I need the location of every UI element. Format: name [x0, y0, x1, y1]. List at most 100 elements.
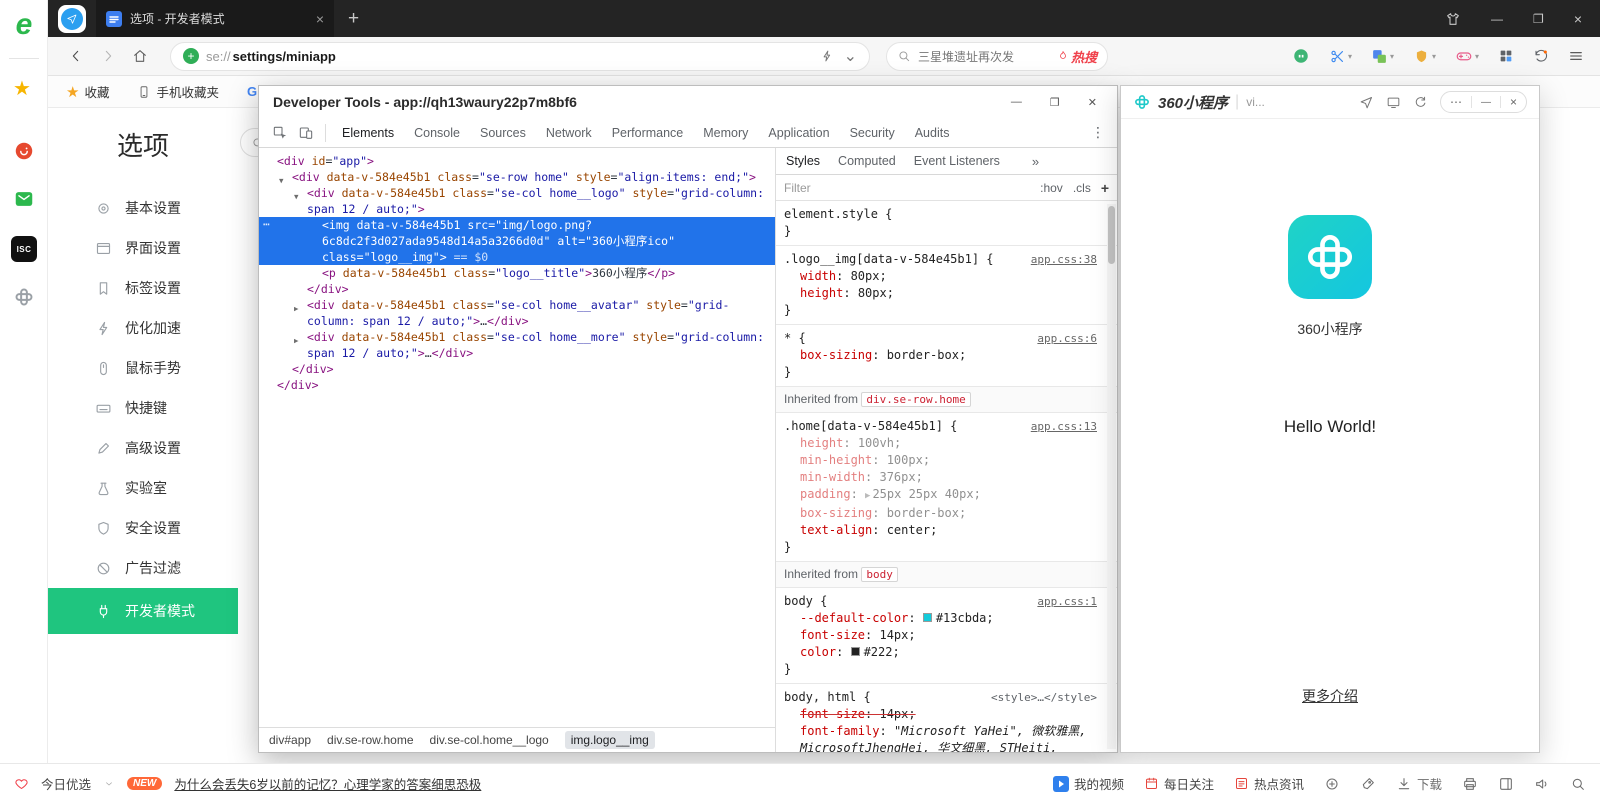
more-icon[interactable]: ⋯: [1450, 95, 1462, 109]
cast-icon[interactable]: [1386, 95, 1401, 110]
rule-selector-text[interactable]: .home[data-v-584e45b1] {: [784, 418, 957, 435]
breadcrumb-item[interactable]: div#app: [269, 733, 311, 747]
daily-follow-button[interactable]: 每日关注: [1144, 774, 1214, 793]
css-property[interactable]: box-sizing: border-box;: [784, 505, 1097, 522]
expand-shorthand-icon[interactable]: ▶: [865, 491, 870, 501]
dom-tree-node[interactable]: ▶<div data-v-584e45b1 class="se-col home…: [259, 329, 775, 361]
inherited-node-link[interactable]: body: [861, 567, 898, 582]
css-property[interactable]: height: 80px;: [784, 285, 1097, 302]
weibo-icon[interactable]: [13, 140, 35, 162]
pseudo-state-toggle[interactable]: :hov: [1040, 181, 1063, 195]
overflow-dots-icon[interactable]: ⋯: [263, 216, 271, 232]
devtools-maximize-icon[interactable]: ❐: [1050, 96, 1060, 109]
favorites-star-icon[interactable]: ★: [13, 78, 31, 100]
window-maximize-icon[interactable]: ❐: [1533, 12, 1544, 26]
security-shield-icon[interactable]: [1413, 48, 1430, 65]
styles-tab-styles[interactable]: Styles: [786, 154, 820, 168]
back-icon[interactable]: [68, 48, 84, 64]
screenshot-scissors-icon[interactable]: [1329, 48, 1346, 65]
breadcrumb-item[interactable]: img.logo__img: [565, 731, 655, 749]
boost-rocket-icon[interactable]: [1360, 776, 1376, 792]
new-style-rule-icon[interactable]: +: [1101, 180, 1109, 196]
reader-icon[interactable]: [1292, 47, 1310, 65]
dom-tree-node[interactable]: <p data-v-584e45b1 class="logo__title">3…: [259, 265, 775, 281]
quick-launch-icon[interactable]: [58, 5, 86, 33]
chevron-down-icon[interactable]: [103, 778, 115, 790]
settings-nav-block[interactable]: 广告过滤: [48, 548, 238, 588]
dom-tree-node[interactable]: ▼<div data-v-584e45b1 class="se-col home…: [259, 185, 775, 217]
devtools-tab-console[interactable]: Console: [404, 118, 470, 147]
settings-nav-flask[interactable]: 实验室: [48, 468, 238, 508]
rule-selector-text[interactable]: * {: [784, 330, 806, 347]
devtools-tab-memory[interactable]: Memory: [693, 118, 758, 147]
forward-icon[interactable]: [100, 48, 116, 64]
theme-skin-icon[interactable]: [1445, 11, 1461, 27]
new-tab-button[interactable]: +: [348, 8, 359, 30]
rule-selector-text[interactable]: element.style {: [784, 206, 892, 223]
isc-badge[interactable]: ISC: [11, 236, 37, 262]
news-headline-link[interactable]: 为什么会丢失6岁以前的记忆？心理学家的答案细思恐极: [174, 774, 481, 793]
menu-icon[interactable]: [1568, 48, 1584, 64]
side-panel-icon[interactable]: [1498, 776, 1514, 792]
css-property[interactable]: font-family: "Microsoft YaHei", 微软雅黑, Mi…: [784, 723, 1097, 752]
devtools-tab-sources[interactable]: Sources: [470, 118, 536, 147]
inherited-node-link[interactable]: div.se-row.home: [861, 392, 970, 407]
speaker-icon[interactable]: [1534, 776, 1550, 792]
css-property[interactable]: width: 80px;: [784, 268, 1097, 285]
browser-logo[interactable]: e: [8, 8, 40, 42]
stylesheet-link[interactable]: app.css:13: [1023, 418, 1097, 435]
device-toolbar-icon[interactable]: [298, 125, 314, 141]
rule-selector-text[interactable]: body, html {: [784, 689, 871, 706]
styles-filter-input[interactable]: [784, 181, 904, 195]
dom-tree-node[interactable]: ▶<div data-v-584e45b1 class="se-col home…: [259, 297, 775, 329]
dom-tree-node[interactable]: </div>: [259, 361, 775, 377]
dom-tree-node[interactable]: </div>: [259, 281, 775, 297]
stylesheet-link[interactable]: app.css:1: [1029, 593, 1097, 610]
css-property[interactable]: min-width: 376px;: [784, 469, 1097, 486]
home-icon[interactable]: [132, 48, 148, 64]
hot-search-badge[interactable]: 热搜: [1057, 47, 1097, 66]
more-info-link[interactable]: 更多介绍: [1121, 686, 1539, 706]
css-property[interactable]: min-height: 100px;: [784, 452, 1097, 469]
miniapp-close-icon[interactable]: ×: [1510, 95, 1517, 109]
scrollbar-thumb[interactable]: [1108, 206, 1115, 264]
styles-tab-event-listeners[interactable]: Event Listeners: [914, 154, 1000, 168]
devtools-tab-audits[interactable]: Audits: [905, 118, 960, 147]
devtools-tab-network[interactable]: Network: [536, 118, 602, 147]
rule-selector-text[interactable]: body {: [784, 593, 827, 610]
styles-tab-computed[interactable]: Computed: [838, 154, 896, 168]
settings-nav-shield[interactable]: 安全设置: [48, 508, 238, 548]
settings-nav-window[interactable]: 界面设置: [48, 228, 238, 268]
settings-nav-bolt[interactable]: 优化加速: [48, 308, 238, 348]
devtools-titlebar[interactable]: Developer Tools - app://qh13waury22p7m8b…: [259, 86, 1117, 118]
translate-icon[interactable]: [1371, 48, 1388, 65]
download-button[interactable]: 下载: [1396, 774, 1442, 793]
url-dropdown-icon[interactable]: ⌄: [844, 46, 857, 66]
settings-nav-pen[interactable]: 高级设置: [48, 428, 238, 468]
devtools-menu-icon[interactable]: ⋮: [1091, 124, 1105, 141]
css-property[interactable]: height: 100vh;: [784, 435, 1097, 452]
dom-tree-node[interactable]: </div>: [259, 377, 775, 393]
devtools-tab-security[interactable]: Security: [840, 118, 905, 147]
devtools-tab-performance[interactable]: Performance: [602, 118, 694, 147]
hot-news-button[interactable]: 热点资讯: [1234, 774, 1304, 793]
recently-closed-icon[interactable]: [1533, 48, 1549, 64]
speed-bolt-icon[interactable]: [820, 49, 834, 63]
settings-nav-gear[interactable]: 基本设置: [48, 188, 238, 228]
devtools-tab-elements[interactable]: Elements: [332, 118, 404, 147]
page-zoom-icon[interactable]: [1570, 776, 1586, 792]
miniapp-header[interactable]: 360小程序 | vi... ⋯ — ×: [1121, 86, 1539, 119]
color-swatch[interactable]: [851, 647, 860, 656]
miniapp-clover-icon[interactable]: [13, 286, 35, 308]
inspect-element-icon[interactable]: [272, 125, 288, 141]
mail-icon[interactable]: [13, 188, 35, 210]
dom-tree-node[interactable]: ⋯<img data-v-584e45b1 src="img/logo.png?…: [259, 217, 775, 265]
settings-nav-tag[interactable]: 标签设置: [48, 268, 238, 308]
tree-expand-icon[interactable]: ▶: [294, 333, 299, 349]
color-swatch[interactable]: [923, 613, 932, 622]
css-property[interactable]: padding: ▶25px 25px 40px;: [784, 486, 1097, 505]
tree-collapse-icon[interactable]: ▼: [294, 189, 299, 205]
devtools-minimize-icon[interactable]: —: [1011, 96, 1022, 109]
css-property[interactable]: box-sizing: border-box;: [784, 347, 1097, 364]
css-property[interactable]: font-size: 14px;: [784, 627, 1097, 644]
